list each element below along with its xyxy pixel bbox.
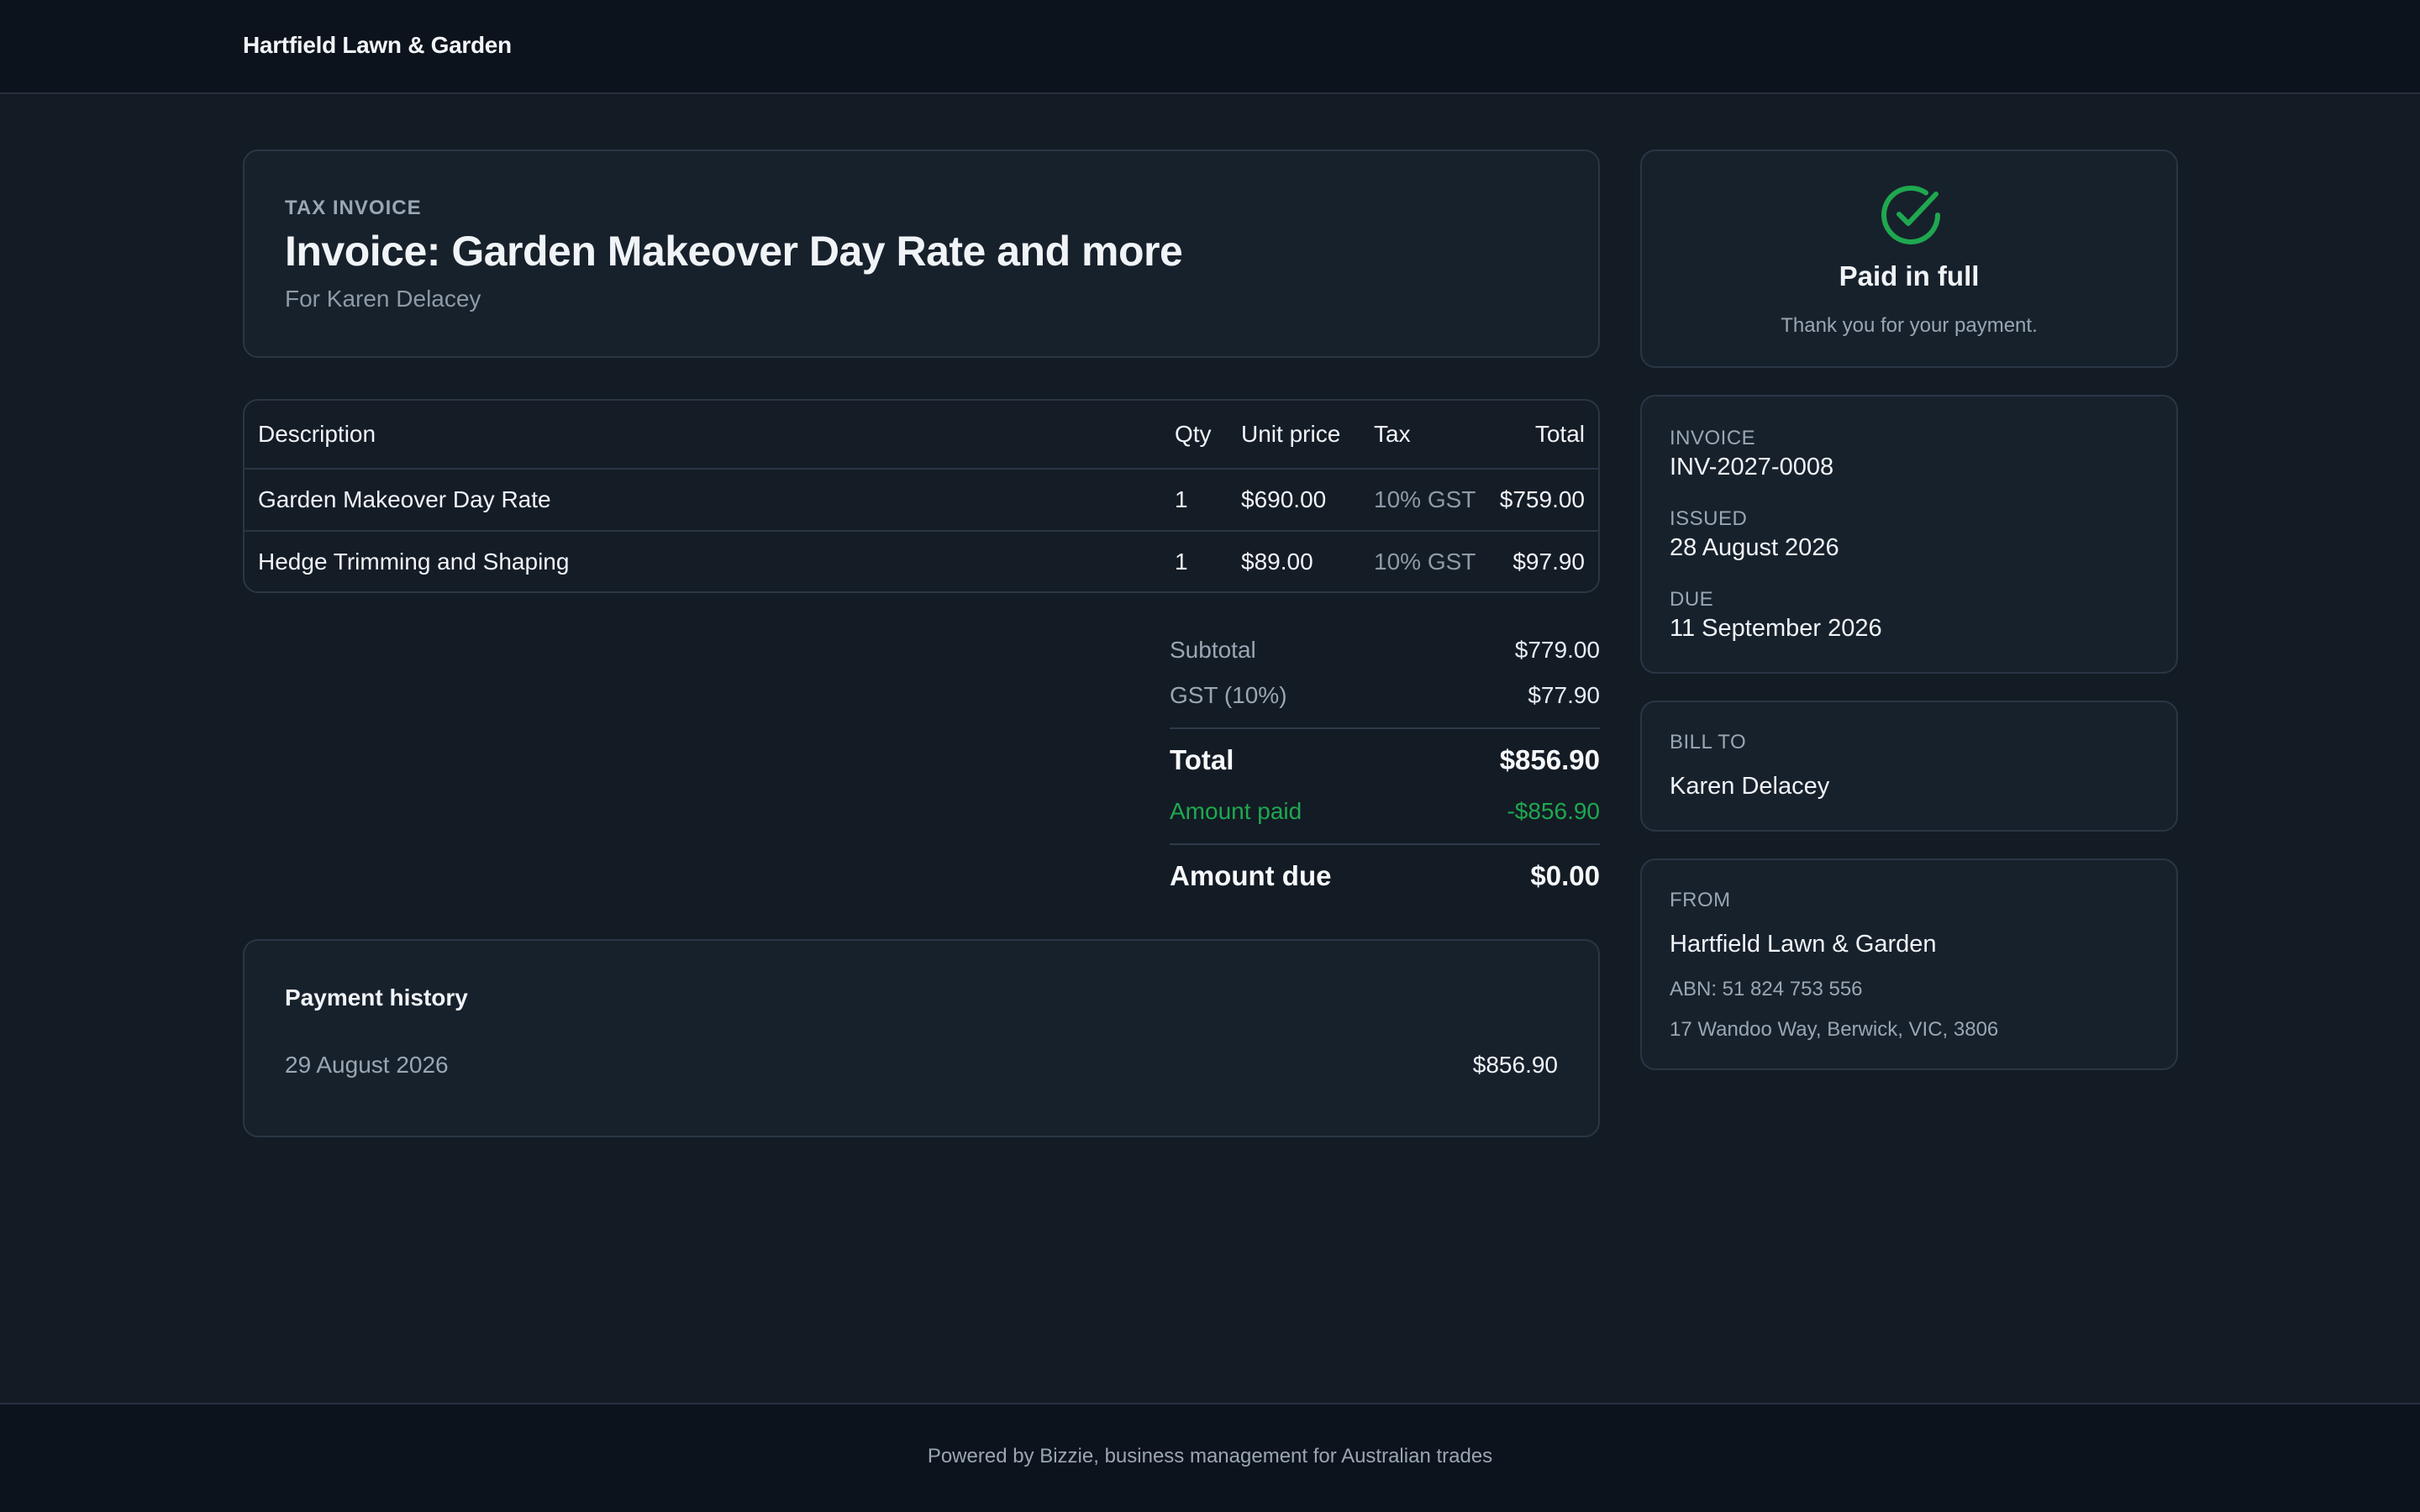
- from-business-name: Hartfield Lawn & Garden: [1670, 931, 1937, 958]
- payment-status-card: Paid in full Thank you for your payment.: [1640, 150, 2178, 368]
- issued-label: ISSUED: [1670, 507, 1748, 530]
- from-abn: ABN: 51 824 753 556: [1670, 978, 1863, 1000]
- payment-date: 29 August 2026: [285, 1052, 449, 1078]
- bill-to-card: BILL TO Karen Delacey: [1640, 701, 2178, 832]
- amount-paid-label: Amount paid: [1170, 798, 1302, 824]
- item-tax: 10% GST: [1374, 486, 1476, 512]
- item-total: $97.90: [1512, 549, 1585, 575]
- invoice-number-label: INVOICE: [1670, 427, 1756, 449]
- payment-amount: $856.90: [1472, 1052, 1558, 1078]
- invoice-type-label: TAX INVOICE: [285, 197, 422, 219]
- footer: Powered by Bizzie, business management f…: [0, 1403, 2420, 1512]
- item-total: $759.00: [1499, 486, 1585, 512]
- payment-history-title: Payment history: [285, 984, 468, 1011]
- item-qty: 1: [1175, 549, 1188, 575]
- brand-name: Hartfield Lawn & Garden: [243, 32, 512, 58]
- column-header-unit-price: Unit price: [1241, 421, 1341, 447]
- bill-to-label: BILL TO: [1670, 731, 1747, 753]
- table-header-row: Description Qty Unit price Tax Total: [245, 401, 1598, 470]
- invoice-recipient: For Karen Delacey: [285, 286, 481, 312]
- totals-divider: [1170, 727, 1600, 729]
- item-unit-price: $690.00: [1241, 486, 1327, 512]
- line-items-table: Description Qty Unit price Tax Total Gar…: [243, 399, 1600, 593]
- column-header-total: Total: [1534, 421, 1585, 447]
- invoice-header-card: TAX INVOICE Invoice: Garden Makeover Day…: [243, 150, 1600, 358]
- amount-due-label: Amount due: [1170, 860, 1332, 891]
- invoice-title: Invoice: Garden Makeover Day Rate and mo…: [285, 228, 1183, 275]
- item-unit-price: $89.00: [1241, 549, 1313, 575]
- column-header-description: Description: [258, 421, 376, 447]
- item-qty: 1: [1175, 486, 1188, 512]
- table-row: Garden Makeover Day Rate 1 $690.00 10% G…: [245, 470, 1598, 532]
- from-address: 17 Wandoo Way, Berwick, VIC, 3806: [1670, 1018, 1999, 1041]
- subtotal-label: Subtotal: [1170, 637, 1256, 663]
- column-header-qty: Qty: [1175, 421, 1212, 447]
- gst-label: GST (10%): [1170, 682, 1287, 708]
- column-header-tax: Tax: [1374, 421, 1411, 447]
- from-card: FROM Hartfield Lawn & Garden ABN: 51 824…: [1640, 858, 2178, 1070]
- bill-to-name: Karen Delacey: [1670, 773, 1830, 800]
- due-label: DUE: [1670, 588, 1714, 611]
- top-bar: Hartfield Lawn & Garden: [0, 0, 2420, 94]
- totals-divider: [1170, 843, 1600, 845]
- amount-paid-value: -$856.90: [1507, 798, 1600, 824]
- issued-date: 28 August 2026: [1670, 534, 1839, 561]
- amount-due-value: $0.00: [1530, 860, 1600, 891]
- check-circle-icon: [1881, 185, 1940, 244]
- gst-value: $77.90: [1528, 682, 1600, 708]
- table-row: Hedge Trimming and Shaping 1 $89.00 10% …: [245, 532, 1598, 592]
- due-date: 11 September 2026: [1670, 615, 1882, 642]
- invoice-details-card: INVOICE INV-2027-0008 ISSUED 28 August 2…: [1640, 395, 2178, 674]
- payment-history-card: Payment history 29 August 2026 $856.90: [243, 939, 1600, 1137]
- item-tax: 10% GST: [1374, 549, 1476, 575]
- invoice-number: INV-2027-0008: [1670, 454, 1834, 480]
- status-subtitle: Thank you for your payment.: [1781, 314, 2038, 337]
- footer-text: Powered by Bizzie, business management f…: [927, 1445, 1493, 1467]
- item-description: Garden Makeover Day Rate: [258, 486, 551, 512]
- status-title: Paid in full: [1839, 260, 1980, 291]
- total-label: Total: [1170, 744, 1234, 775]
- item-description: Hedge Trimming and Shaping: [258, 549, 570, 575]
- subtotal-value: $779.00: [1514, 637, 1600, 663]
- total-value: $856.90: [1499, 744, 1600, 775]
- from-label: FROM: [1670, 889, 1731, 911]
